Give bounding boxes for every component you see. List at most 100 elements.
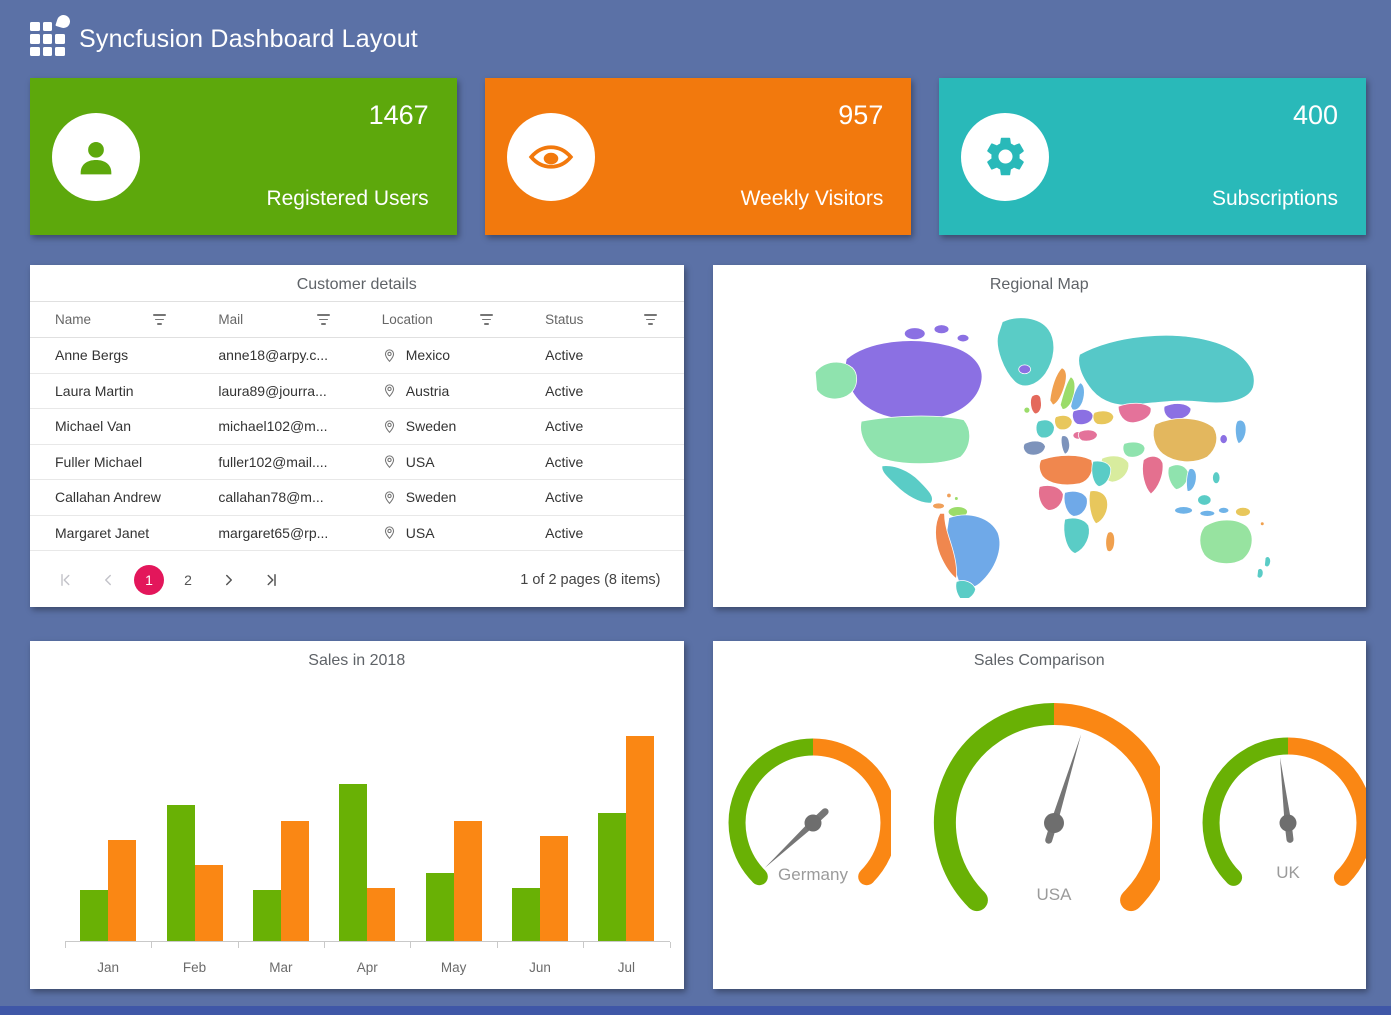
cell-location: USA <box>357 454 520 470</box>
panel-regional-map[interactable]: Regional Map <box>713 265 1367 607</box>
table-body: Anne Bergsanne18@arpy.c...MexicoActiveLa… <box>30 338 684 551</box>
page-button-2[interactable]: 2 <box>173 565 203 595</box>
map-region-egypt <box>1091 461 1110 487</box>
map-region-central-africa <box>1064 491 1087 516</box>
next-page-icon[interactable] <box>212 563 246 597</box>
gauge-germany: Germany <box>713 673 891 935</box>
eye-icon <box>526 132 576 182</box>
axis-tick <box>151 942 152 948</box>
map-region-indonesia <box>1199 510 1214 516</box>
table-row[interactable]: Michael Vanmichael102@m...SwedenActive <box>30 409 684 445</box>
cell-location: Mexico <box>357 347 520 363</box>
filter-icon[interactable] <box>153 314 166 324</box>
bar-group-jul <box>583 736 669 942</box>
gauge-knob <box>804 815 821 832</box>
x-axis-labels: JanFebMarAprMayJunJul <box>65 960 670 975</box>
table-row[interactable]: Margaret Janetmargaret65@rp...USAActive <box>30 516 684 552</box>
bar-group-jun <box>497 836 583 942</box>
gauge-label: UK <box>1276 863 1300 882</box>
column-header-name[interactable]: Name <box>30 312 193 327</box>
column-header-mail[interactable]: Mail <box>193 312 356 327</box>
table-row[interactable]: Callahan Andrewcallahan78@m...SwedenActi… <box>30 480 684 516</box>
map-region-turkey <box>1078 430 1097 441</box>
map-region-caribbean <box>954 497 958 501</box>
panel-sales-comparison[interactable]: Sales Comparison Germany USA UK <box>713 641 1367 989</box>
x-axis-label-may: May <box>410 960 496 975</box>
gauge-knob <box>1044 813 1064 833</box>
gauge-label: USA <box>1036 885 1072 904</box>
card-label: Subscriptions <box>1212 187 1338 211</box>
card-icon-circle <box>961 113 1049 201</box>
horizontal-scrollbar[interactable] <box>0 1006 1391 1015</box>
map-region-mexico <box>881 466 932 504</box>
cell-mail: fuller102@mail.... <box>193 454 356 470</box>
x-axis-label-mar: Mar <box>238 960 324 975</box>
filter-icon[interactable] <box>317 314 330 324</box>
first-page-icon[interactable] <box>48 563 82 597</box>
cell-location: Sweden <box>357 418 520 434</box>
filter-icon[interactable] <box>644 314 657 324</box>
map-region-uk <box>1030 395 1041 414</box>
bar-series2-mar <box>281 821 309 942</box>
cell-status: Active <box>520 525 683 541</box>
panel-title: Sales Comparison <box>713 641 1367 670</box>
table-row[interactable]: Anne Bergsanne18@arpy.c...MexicoActive <box>30 338 684 374</box>
page-title: Syncfusion Dashboard Layout <box>79 25 418 54</box>
cell-name: Margaret Janet <box>30 525 193 541</box>
column-header-status[interactable]: Status <box>520 312 683 327</box>
map-region-png <box>1235 507 1250 516</box>
cell-mail: michael102@m... <box>193 418 356 434</box>
axis-tick <box>238 942 239 948</box>
panel-title: Regional Map <box>713 265 1367 294</box>
bar-series1-mar <box>253 890 281 942</box>
map-region-mongolia <box>1163 404 1190 420</box>
cell-location: USA <box>357 525 520 541</box>
map-region-iceland <box>1018 365 1030 374</box>
panel-sales-2018[interactable]: Sales in 2018 JanFebMarAprMayJunJul <box>30 641 684 989</box>
cell-name: Callahan Andrew <box>30 489 193 505</box>
table-row[interactable]: Fuller Michaelfuller102@mail....USAActiv… <box>30 445 684 481</box>
filter-icon[interactable] <box>480 314 493 324</box>
gauge-label: Germany <box>778 865 848 884</box>
x-axis-label-jan: Jan <box>65 960 151 975</box>
map-region-india <box>1142 456 1162 494</box>
map-region-west-africa <box>1038 485 1063 510</box>
map-region-japan <box>1235 420 1246 443</box>
gauge-arc-green <box>1211 746 1288 877</box>
bar-series1-may <box>426 873 454 942</box>
bar-chart <box>65 703 670 942</box>
table-row[interactable]: Laura Martinlaura89@jourra...AustriaActi… <box>30 374 684 410</box>
card-value: 400 <box>1293 100 1338 131</box>
app-header: Syncfusion Dashboard Layout <box>30 0 1366 78</box>
location-pin-icon <box>382 383 397 398</box>
card-weekly-visitors[interactable]: 957 Weekly Visitors <box>485 78 912 235</box>
pager-summary: 1 of 2 pages (8 items) <box>520 572 660 588</box>
map-region-se-asia <box>1168 465 1188 490</box>
map-region-france <box>1036 420 1054 438</box>
column-label: Status <box>545 312 583 327</box>
location-pin-icon <box>382 348 397 363</box>
x-axis-label-apr: Apr <box>324 960 410 975</box>
last-page-icon[interactable] <box>255 563 289 597</box>
bar-group-apr <box>324 784 410 942</box>
map-region-madagascar <box>1105 532 1114 552</box>
column-label: Name <box>55 312 91 327</box>
card-icon-circle <box>52 113 140 201</box>
map-region-central-europe <box>1054 415 1072 429</box>
table-header-row: Name Mail Location Status <box>30 301 684 338</box>
card-registered-users[interactable]: 1467 Registered Users <box>30 78 457 235</box>
page-button-1[interactable]: 1 <box>134 565 164 595</box>
map-region-central-america <box>932 503 944 509</box>
map-region-canada-isles <box>904 328 925 340</box>
panel-customer-details[interactable]: Customer details Name Mail Location Stat… <box>30 265 684 607</box>
bar-group-feb <box>151 805 237 942</box>
column-header-location[interactable]: Location <box>357 312 520 327</box>
x-axis <box>65 941 670 948</box>
prev-page-icon[interactable] <box>91 563 125 597</box>
map-region-east-africa <box>1089 491 1107 524</box>
card-subscriptions[interactable]: 400 Subscriptions <box>939 78 1366 235</box>
cell-mail: margaret65@rp... <box>193 525 356 541</box>
bar-series1-jul <box>598 813 626 942</box>
cell-status: Active <box>520 489 683 505</box>
card-value: 1467 <box>369 100 429 131</box>
